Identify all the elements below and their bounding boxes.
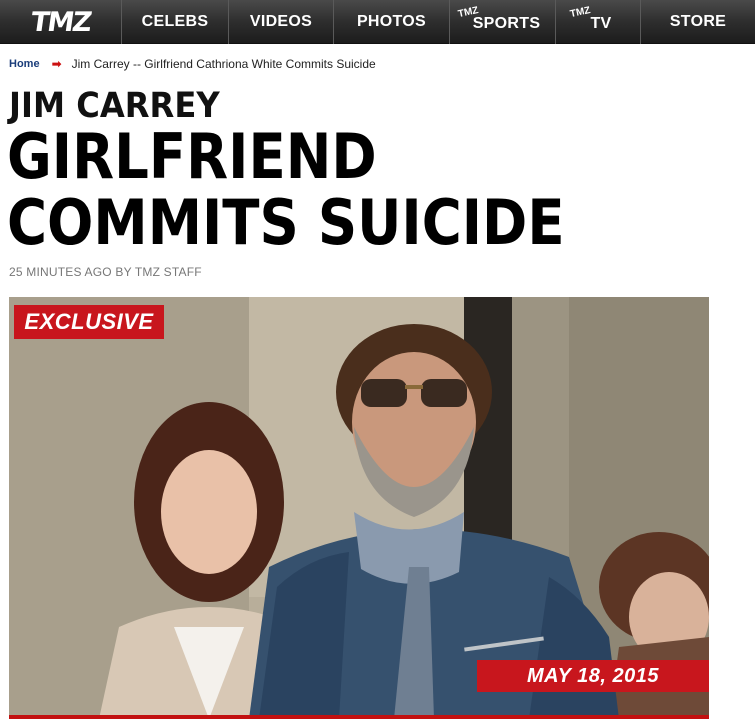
headline-line-1: GIRLFRIEND (7, 120, 377, 193)
breadcrumb: Home ➡ Jim Carrey -- Girlfriend Cathrion… (9, 56, 376, 72)
tmz-logo[interactable]: TMZ (0, 0, 122, 44)
nav-item-label: TV (590, 15, 612, 32)
nav-item-label: CELEBS (141, 13, 209, 30)
nav-item-videos[interactable]: VIDEOS (229, 0, 334, 44)
headline-line-2: COMMITS SUICIDE (7, 186, 565, 259)
arrow-right-icon: ➡ (51, 57, 62, 71)
nav-item-label: VIDEOS (249, 13, 313, 30)
photo-illustration (9, 297, 709, 715)
breadcrumb-current: Jim Carrey -- Girlfriend Cathriona White… (71, 57, 376, 71)
breadcrumb-home-link[interactable]: Home (9, 58, 40, 70)
nav-item-label: SPORTS (472, 15, 541, 32)
nav-item-prefix: TMZ (569, 4, 592, 21)
photo-date-badge: MAY 18, 2015 (477, 660, 709, 692)
nav-item-label: PHOTOS (356, 13, 427, 30)
logo-text: TMZ (28, 6, 93, 38)
nav-item-celebs[interactable]: CELEBS (122, 0, 229, 44)
article-photo[interactable]: EXCLUSIVE MAY 18, 2015 (9, 297, 709, 719)
article-headline: GIRLFRIEND COMMITS SUICIDE (7, 124, 565, 256)
top-nav: TMZ CELEBS VIDEOS PHOTOS TMZ SPORTS TMZ … (0, 0, 755, 44)
nav-item-store[interactable]: STORE (641, 0, 755, 44)
nav-item-photos[interactable]: PHOTOS (334, 0, 450, 44)
nav-item-sports[interactable]: TMZ SPORTS (450, 0, 556, 44)
nav-item-tv[interactable]: TMZ TV (556, 0, 641, 44)
nav-item-label: STORE (669, 13, 727, 30)
exclusive-badge: EXCLUSIVE (14, 305, 164, 339)
article-byline: 25 MINUTES AGO BY TMZ STAFF (9, 265, 202, 279)
